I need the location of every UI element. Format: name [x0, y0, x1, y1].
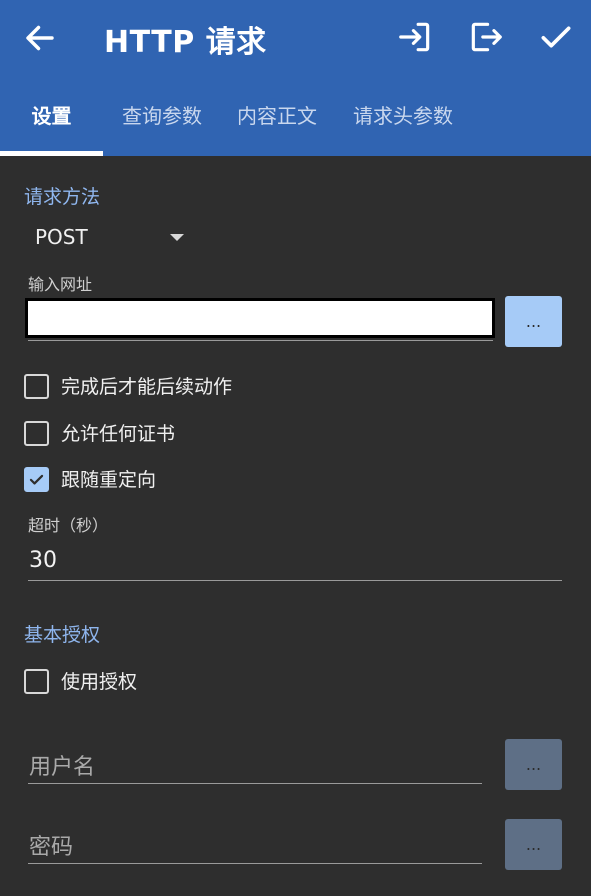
basic-auth-title: 基本授权	[24, 624, 101, 646]
url-more-button[interactable]: ...	[505, 296, 562, 347]
timeout-underline	[28, 580, 562, 581]
option-label: 使用授权	[61, 671, 138, 693]
checkbox[interactable]	[24, 374, 49, 399]
checkbox[interactable]	[24, 421, 49, 446]
page-title: HTTP 请求	[104, 25, 267, 60]
tab-settings[interactable]: 设置	[0, 76, 103, 156]
tab-bar: 设置 查询参数 内容正文 请求头参数	[0, 76, 591, 156]
method-select[interactable]: POST	[35, 225, 88, 249]
tab-headers[interactable]: 请求头参数	[340, 76, 466, 156]
arrow-left-icon	[26, 25, 54, 51]
password-more-button[interactable]: ...	[505, 819, 562, 870]
url-input[interactable]	[25, 298, 495, 338]
password-underline	[28, 863, 482, 864]
timeout-label: 超时（秒）	[28, 516, 109, 535]
username-input[interactable]: 用户名	[29, 749, 95, 781]
check-icon	[541, 26, 571, 48]
option-label: 允许任何证书	[61, 423, 176, 445]
option-label: 跟随重定向	[61, 469, 157, 491]
import-button[interactable]	[396, 18, 434, 56]
back-button[interactable]	[22, 20, 58, 56]
url-underline	[28, 340, 493, 341]
dropdown-arrow-icon[interactable]	[170, 234, 184, 241]
export-button[interactable]	[467, 18, 505, 56]
confirm-button[interactable]	[537, 18, 575, 56]
app-bar: HTTP 请求 设置 查询参数 内容正文 请求头参数	[0, 0, 591, 156]
username-underline	[28, 783, 482, 784]
checkbox-checked[interactable]	[24, 467, 49, 492]
checkmark-icon	[29, 474, 44, 485]
username-more-button[interactable]: ...	[505, 739, 562, 790]
tab-indicator	[0, 151, 103, 156]
request-method-title: 请求方法	[24, 186, 101, 208]
export-icon	[471, 22, 502, 52]
option-label: 完成后才能后续动作	[61, 376, 233, 398]
timeout-input[interactable]: 30	[29, 548, 57, 573]
tab-query-params[interactable]: 查询参数	[107, 76, 217, 156]
import-icon	[399, 22, 430, 52]
toolbar: HTTP 请求	[0, 0, 591, 76]
password-input[interactable]: 密码	[29, 829, 73, 861]
url-label: 输入网址	[28, 275, 93, 294]
tab-body[interactable]: 内容正文	[222, 76, 332, 156]
checkbox[interactable]	[24, 669, 49, 694]
